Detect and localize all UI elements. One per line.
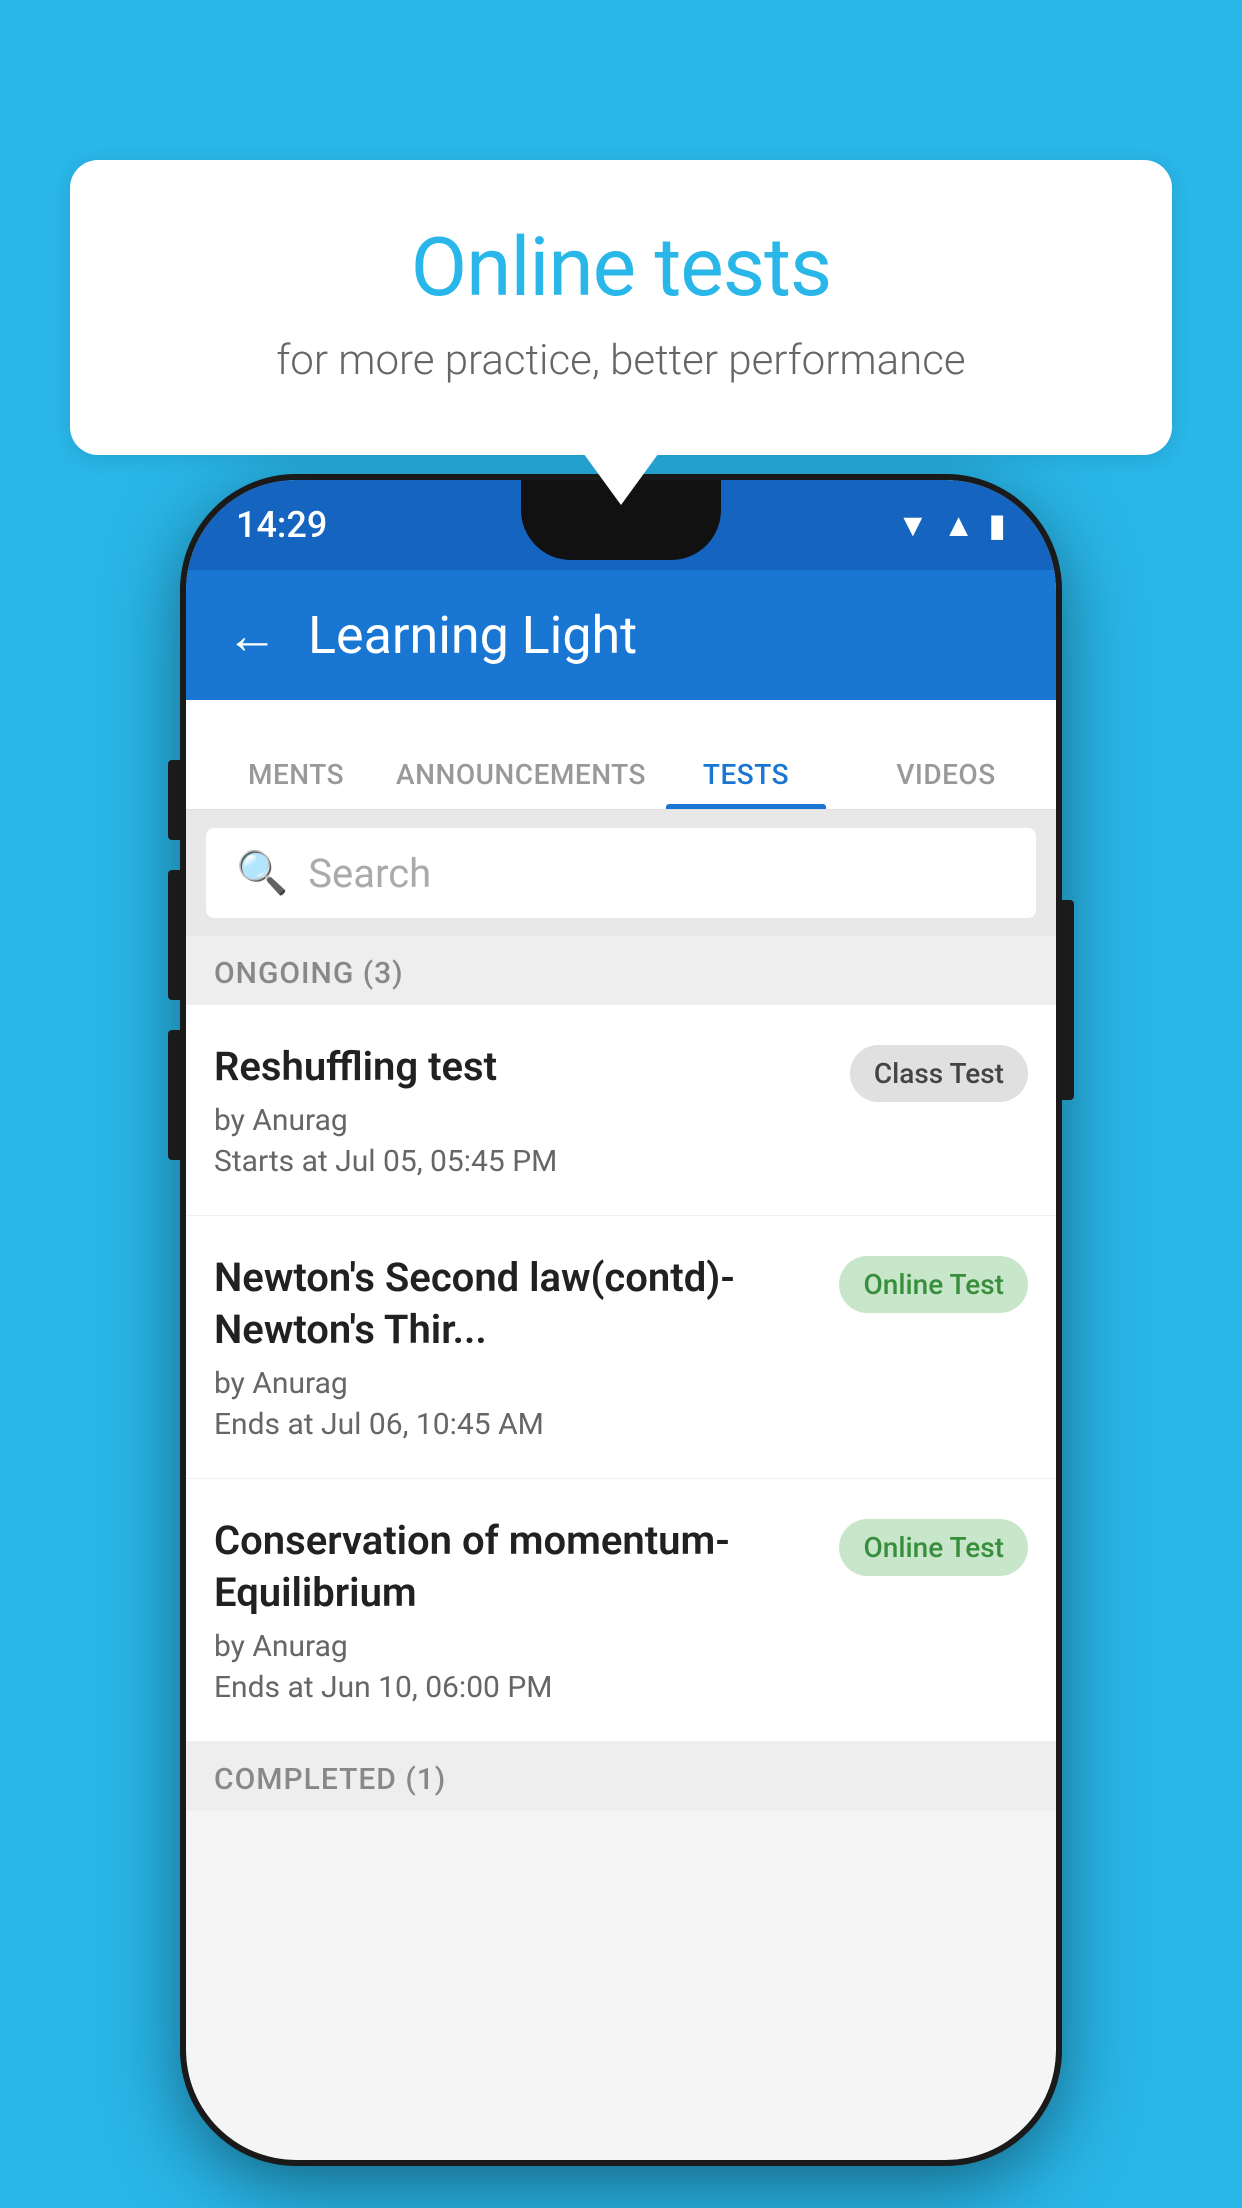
test-item-reshuffling[interactable]: Reshuffling test by Anurag Starts at Jul…: [186, 1005, 1056, 1216]
test-name-2: Newton's Second law(contd)-Newton's Thir…: [214, 1252, 819, 1356]
wifi-icon: ▼: [897, 506, 929, 544]
bubble-card: Online tests for more practice, better p…: [70, 160, 1172, 455]
test-time-1: Starts at Jul 05, 05:45 PM: [214, 1144, 830, 1179]
test-info-1: Reshuffling test by Anurag Starts at Jul…: [214, 1041, 830, 1179]
completed-label: COMPLETED (1): [214, 1762, 446, 1797]
phone-button-volume-down: [168, 870, 182, 1000]
status-time: 14:29: [236, 504, 327, 546]
bubble-title: Online tests: [150, 220, 1092, 316]
ongoing-section-header: ONGOING (3): [186, 936, 1056, 1005]
completed-section-header: COMPLETED (1): [186, 1742, 1056, 1811]
test-info-2: Newton's Second law(contd)-Newton's Thir…: [214, 1252, 819, 1442]
test-name-1: Reshuffling test: [214, 1041, 830, 1093]
test-by-3: by Anurag: [214, 1629, 819, 1664]
test-badge-2: Online Test: [839, 1256, 1028, 1313]
test-list: Reshuffling test by Anurag Starts at Jul…: [186, 1005, 1056, 1742]
app-bar: ← Learning Light: [186, 570, 1056, 700]
ongoing-label: ONGOING (3): [214, 956, 404, 991]
test-by-2: by Anurag: [214, 1366, 819, 1401]
test-name-3: Conservation of momentum-Equilibrium: [214, 1515, 819, 1619]
test-info-3: Conservation of momentum-Equilibrium by …: [214, 1515, 819, 1705]
phone-mockup: 14:29 ▼ ▲ ▮ ← Learning Light MENTS ANNOU…: [186, 480, 1056, 2160]
search-icon: 🔍: [236, 849, 288, 898]
tab-videos[interactable]: VIDEOS: [846, 758, 1046, 809]
test-badge-3: Online Test: [839, 1519, 1028, 1576]
test-time-3: Ends at Jun 10, 06:00 PM: [214, 1670, 819, 1705]
test-item-newton[interactable]: Newton's Second law(contd)-Newton's Thir…: [186, 1216, 1056, 1479]
tab-ments[interactable]: MENTS: [196, 758, 396, 809]
phone-button-power: [1060, 900, 1074, 1100]
phone-screen: 14:29 ▼ ▲ ▮ ← Learning Light MENTS ANNOU…: [186, 480, 1056, 2160]
phone-button-volume-up: [168, 760, 182, 840]
test-badge-1: Class Test: [850, 1045, 1028, 1102]
signal-icon: ▲: [943, 506, 975, 544]
phone-frame: 14:29 ▼ ▲ ▮ ← Learning Light MENTS ANNOU…: [186, 480, 1056, 2160]
test-item-conservation[interactable]: Conservation of momentum-Equilibrium by …: [186, 1479, 1056, 1742]
status-icons: ▼ ▲ ▮: [897, 506, 1006, 544]
tab-tests[interactable]: TESTS: [646, 758, 846, 809]
search-container: 🔍 Search: [186, 810, 1056, 936]
test-time-2: Ends at Jul 06, 10:45 AM: [214, 1407, 819, 1442]
search-bar[interactable]: 🔍 Search: [206, 828, 1036, 918]
battery-icon: ▮: [988, 506, 1006, 544]
tab-bar: MENTS ANNOUNCEMENTS TESTS VIDEOS: [186, 700, 1056, 810]
app-title: Learning Light: [308, 605, 637, 666]
search-input[interactable]: Search: [308, 850, 431, 897]
back-button[interactable]: ←: [226, 605, 278, 666]
test-by-1: by Anurag: [214, 1103, 830, 1138]
phone-button-extra: [168, 1030, 182, 1160]
tab-announcements[interactable]: ANNOUNCEMENTS: [396, 758, 646, 809]
promo-bubble: Online tests for more practice, better p…: [70, 160, 1172, 455]
bubble-subtitle: for more practice, better performance: [150, 336, 1092, 385]
